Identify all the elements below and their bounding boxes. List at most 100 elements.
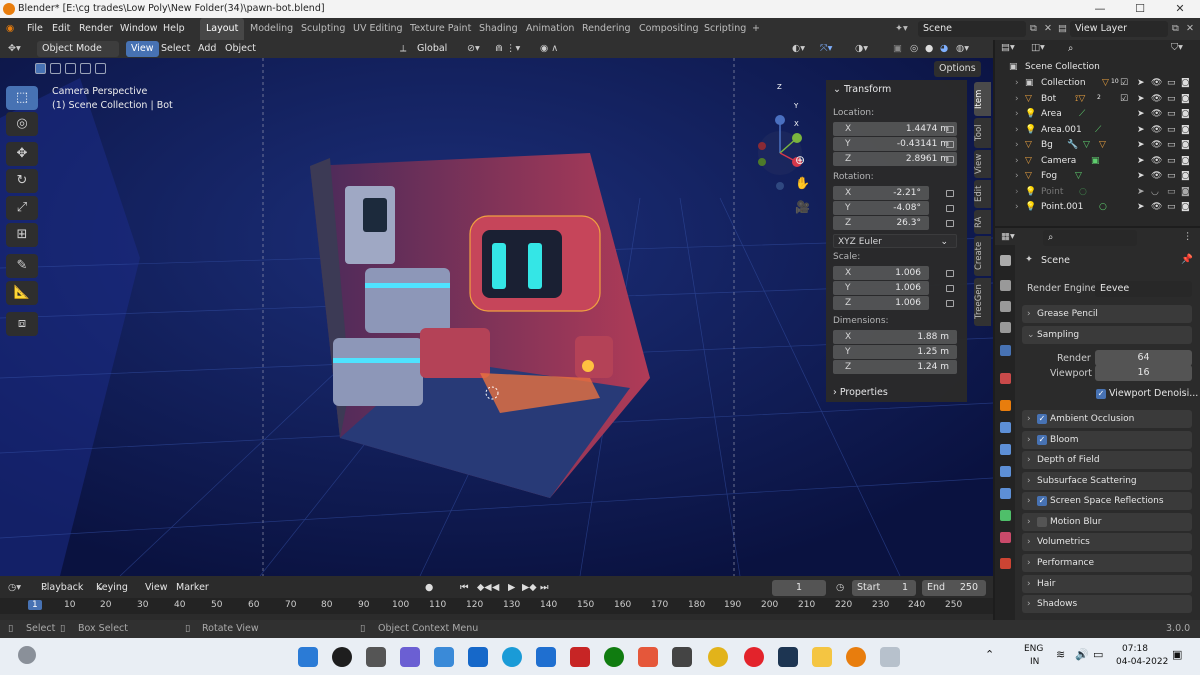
dimensions-x-field[interactable]: X 1.88 m xyxy=(833,330,957,344)
blender-window-icon[interactable] xyxy=(880,647,900,667)
section-shadows[interactable]: › Shadows xyxy=(1022,595,1192,613)
eye-icon[interactable]: 👁 xyxy=(1151,107,1162,123)
tab-view[interactable]: View xyxy=(974,150,991,178)
prev-keyframe-icon[interactable]: ◆◀ xyxy=(477,578,492,598)
notifications-icon[interactable]: ▣ xyxy=(1172,648,1182,661)
new-view-layer-icon[interactable]: ⧉ xyxy=(1172,18,1179,40)
terminal-icon[interactable] xyxy=(778,647,798,667)
section-bloom[interactable]: › ✓ Bloom xyxy=(1022,431,1192,449)
jump-end-icon[interactable]: ⏭ xyxy=(540,578,549,598)
rotation-z-field[interactable]: Z 26.3° xyxy=(833,216,929,230)
camera-render-icon[interactable]: ◙ xyxy=(1181,107,1190,123)
section-sampling[interactable]: ⌄ Sampling xyxy=(1022,326,1192,344)
tab-edit[interactable]: Edit xyxy=(974,180,991,208)
annotate-tool-icon[interactable]: ✎ xyxy=(6,254,38,278)
camera-render-icon[interactable]: ◙ xyxy=(1181,200,1190,216)
wifi-icon[interactable]: ≋ xyxy=(1056,648,1065,661)
modifier-tab-icon[interactable] xyxy=(1000,422,1011,433)
tab-rendering[interactable]: Rendering xyxy=(582,18,631,40)
viewport-monitor-icon[interactable]: ▭ xyxy=(1167,123,1176,139)
view-menu-timeline[interactable]: View xyxy=(145,578,168,598)
editor-type-icon[interactable]: ✥▾ xyxy=(8,40,21,58)
viewport-monitor-icon[interactable]: ▭ xyxy=(1167,107,1176,123)
render-samples-field[interactable]: 64 xyxy=(1095,350,1192,366)
output-tab-icon[interactable] xyxy=(1000,301,1011,312)
orientation-dropdown[interactable]: Global xyxy=(417,40,447,58)
properties-editor-icon[interactable]: ▦▾ xyxy=(1001,231,1015,242)
file-explorer-icon[interactable] xyxy=(812,647,832,667)
clock-icon[interactable]: ◷ xyxy=(836,578,844,598)
teams-chat-icon[interactable] xyxy=(400,647,420,667)
viewport-monitor-icon[interactable]: ▭ xyxy=(1167,185,1176,201)
lock-icon[interactable] xyxy=(946,205,954,212)
filter-icon[interactable]: ⛉▾ xyxy=(1171,42,1183,53)
section-motion-blur[interactable]: › Motion Blur xyxy=(1022,513,1192,531)
tab-shading[interactable]: Shading xyxy=(479,18,518,40)
viewport-monitor-icon[interactable]: ▭ xyxy=(1167,154,1176,170)
select-box-tool-icon[interactable]: ⬚ xyxy=(6,86,38,110)
jump-start-icon[interactable]: ⏮ xyxy=(460,578,469,598)
menu-render[interactable]: Render xyxy=(79,18,113,40)
add-cube-tool-icon[interactable]: ⧈ xyxy=(6,312,38,336)
snap-icon[interactable]: ⋒ ⋮▾ xyxy=(495,40,520,58)
cursor-tool-icon[interactable]: ◎ xyxy=(6,112,38,136)
language-indicator[interactable]: ENG xyxy=(1024,644,1043,654)
eye-icon[interactable]: 👁 xyxy=(1151,123,1162,139)
outliner-row-bot[interactable]: › ▽ Bot ⟟▽ 2 ☑ ➤ 👁 ▭ ◙ xyxy=(995,92,1200,108)
section-volumetrics[interactable]: › Volumetrics xyxy=(1022,533,1192,551)
scale-y-field[interactable]: Y 1.006 xyxy=(833,281,929,295)
select-arrow-icon[interactable]: ➤ xyxy=(1137,107,1145,123)
mcafee-icon[interactable] xyxy=(570,647,590,667)
select-new-icon[interactable] xyxy=(35,63,46,74)
clock-time[interactable]: 07:18 xyxy=(1122,644,1148,654)
weather-icon[interactable] xyxy=(18,646,36,664)
options-dropdown[interactable]: Options xyxy=(934,61,981,77)
pan-hand-icon[interactable]: ✋ xyxy=(795,176,810,190)
marker-menu[interactable]: Marker xyxy=(176,578,209,598)
select-extend-icon[interactable] xyxy=(50,63,61,74)
select-arrow-icon[interactable]: ➤ xyxy=(1137,169,1145,185)
camera-render-icon[interactable]: ◙ xyxy=(1181,76,1190,92)
task-view-icon[interactable] xyxy=(366,647,386,667)
xbox-icon[interactable] xyxy=(604,647,624,667)
eye-icon[interactable]: 👁 xyxy=(1151,76,1162,92)
move-tool-icon[interactable]: ✥ xyxy=(6,142,38,166)
rotation-mode-dropdown[interactable]: XYZ Euler ⌄ xyxy=(833,234,957,248)
add-workspace-button[interactable]: + xyxy=(752,18,760,40)
select-arrow-icon[interactable]: ➤ xyxy=(1137,123,1145,139)
select-intersect-icon[interactable] xyxy=(95,63,106,74)
constraints-tab-icon[interactable] xyxy=(1000,488,1011,499)
material-tab-icon[interactable] xyxy=(1000,532,1011,543)
dimensions-z-field[interactable]: Z 1.24 m xyxy=(833,360,957,374)
tab-layout[interactable]: Layout xyxy=(200,18,245,40)
add-menu[interactable]: Add xyxy=(198,40,216,58)
select-arrow-icon[interactable]: ➤ xyxy=(1137,92,1145,108)
camera-render-icon[interactable]: ◙ xyxy=(1181,185,1190,201)
physics-tab-icon[interactable] xyxy=(1000,466,1011,477)
outliner-search-input[interactable]: ⌕ xyxy=(1063,41,1165,57)
scale-x-field[interactable]: X 1.006 xyxy=(833,266,929,280)
close-button[interactable]: ✕ xyxy=(1160,0,1200,18)
outliner-row-point-001[interactable]: › 💡 Point.001 ○ ➤ 👁 ▭ ◙ xyxy=(995,200,1200,216)
section-subsurface-scattering[interactable]: › Subsurface Scattering xyxy=(1022,472,1192,490)
viewport-monitor-icon[interactable]: ▭ xyxy=(1167,200,1176,216)
section-depth-of-field[interactable]: › Depth of Field xyxy=(1022,451,1192,469)
exclude-checkbox[interactable]: ☑ xyxy=(1120,76,1128,92)
edge-browser-icon[interactable] xyxy=(502,647,522,667)
location-z-field[interactable]: Z 2.8961 m xyxy=(833,152,957,166)
tab-texture-paint[interactable]: Texture Paint xyxy=(410,18,471,40)
tab-create[interactable]: Create xyxy=(974,236,991,276)
play-reverse-icon[interactable]: ◀ xyxy=(492,578,499,598)
menu-help[interactable]: Help xyxy=(163,18,185,40)
eye-icon[interactable]: 👁 xyxy=(1151,92,1162,108)
menu-file[interactable]: File xyxy=(27,18,43,40)
chrome-icon[interactable] xyxy=(708,647,728,667)
lock-icon[interactable] xyxy=(946,141,954,148)
blender-taskbar-icon[interactable] xyxy=(846,647,866,667)
delete-view-layer-icon[interactable]: ✕ xyxy=(1186,18,1194,40)
location-x-field[interactable]: X 1.4474 m xyxy=(833,122,957,136)
playhead[interactable]: 1 xyxy=(28,600,42,610)
select-invert-icon[interactable] xyxy=(80,63,91,74)
exclude-checkbox[interactable]: ☑ xyxy=(1120,92,1128,108)
playback-menu[interactable]: Playback ⌄ xyxy=(41,578,83,598)
